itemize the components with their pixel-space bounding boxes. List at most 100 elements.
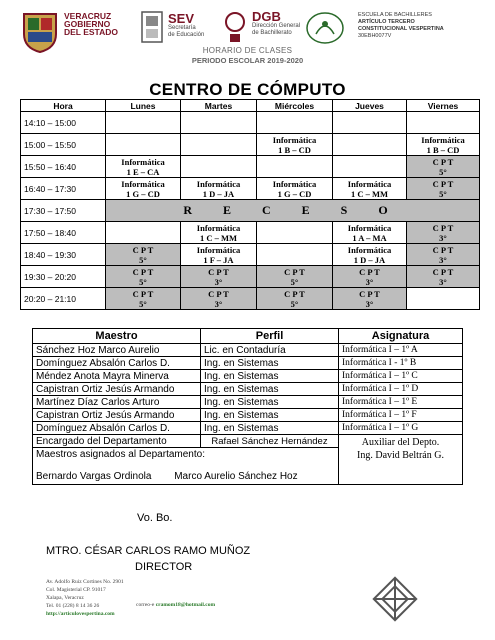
teacher-row: Sánchez Hoz Marco Aurelio Lic. en Contadu… [32,343,463,357]
schedule-cell [180,111,257,134]
schedule-cell: Informática 1 G – CD [256,177,333,200]
time-slot: 17:50 – 18:40 [20,221,106,244]
teacher-name: Martínez Díaz Carlos Arturo [32,395,201,409]
teacher-subject: Informática I - 1º B [338,356,463,370]
time-slot: 16:40 – 17:30 [20,177,106,200]
school-line: 30EBH0077V [358,33,392,39]
schedule-row: 17:30 – 17:50 R E C E S O [20,199,480,222]
receso-cell: R E C E S O [105,199,480,222]
dgb-icon [225,12,245,42]
teacher-profile: Ing. en Sistemas [200,395,339,409]
schedule-cell: C P T 3° [180,287,257,310]
schedule-row: 19:30 – 20:20 C P T 5° C P T 3° C P T 5° C P… [20,265,480,288]
schedule-table: Hora Lunes Martes Miércoles Jueves Viern… [20,99,480,310]
asignado-name: Bernardo Vargas Ordinola [36,471,152,482]
teachers-table: Maestro Perfil Asignatura Sánchez Hoz Ma… [32,328,463,485]
teacher-row: Martínez Díaz Carlos Arturo Ing. en Siste… [32,395,463,409]
schedule-cell: C P T 3° [406,243,480,266]
encargado-name: Rafael Sánchez Hernández [200,434,339,448]
time-slot: 15:00 – 15:50 [20,133,106,156]
sev-emblem-logo [141,11,163,43]
schedule-cell: C P T 3° [332,287,407,310]
col-header: Lunes [105,99,181,112]
teacher-row: Capistran Ortiz Jesús Armando Ing. en Sis… [32,408,463,422]
time-slot: 18:40 – 19:30 [20,243,106,266]
schedule-cell [332,155,407,178]
veracruz-text: VERACRUZ GOBIERNO DEL ESTADO [64,12,134,37]
encargado-row: Encargado del Departamento Rafael Sánche… [32,434,463,485]
asignados-label: Maestros asignados al Departamento: [32,447,339,461]
schedule-header-row: Hora Lunes Martes Miércoles Jueves Viern… [20,99,480,112]
schedule-cell: Informática 1 D – JA [332,243,407,266]
director-name: MTRO. CÉSAR CARLOS RAMO MUÑOZ [46,545,251,557]
schedule-cell: C P T 3° [406,221,480,244]
website-link[interactable]: http://articulovespertina.com [46,610,124,618]
asignado-name: Marco Aurelio Sánchez Hoz [174,471,298,482]
teacher-subject: Informática I – 1º G [338,421,463,435]
schedule-cell: Informática 1 F – JA [180,243,257,266]
school-emblem-logo [306,12,344,44]
schedule-cell: C P T 3° [406,265,480,288]
asignados-names: Bernardo Vargas Ordinola Marco Aurelio S… [32,460,339,485]
schedule-cell [406,111,480,134]
auxiliar-cell: Auxiliar del Depto. Ing. David Beltrán G… [338,434,463,485]
school-line: CONSTITUCIONAL VESPERTINA [358,26,444,32]
encargado-label: Encargado del Departamento [32,434,201,448]
col-header: Asignatura [338,328,463,344]
col-header: Perfil [200,328,339,344]
schedule-cell: C P T 5° [105,287,181,310]
teacher-row: Domínguez Absalón Carlos D. Ing. en Siste… [32,421,463,435]
address-line: Av. Adolfo Ruiz Cortines No. 2901 [46,579,124,585]
sev-sub: de Educación [168,32,205,38]
vobo-label: Vo. Bo. [137,512,173,524]
teacher-name: Domínguez Absalón Carlos D. [32,421,201,435]
schedule-cell: Informática 1 D – JA [180,177,257,200]
teacher-subject: Informática I – 1º C [338,369,463,383]
decorative-knot-icon [372,576,418,622]
sev-sub: Secretaría [168,25,196,31]
teacher-name: Sánchez Hoz Marco Aurelio [32,343,201,357]
schedule-cell [256,155,333,178]
time-slot: 15:50 – 16:40 [20,155,106,178]
horario-heading: HORARIO DE CLASES [202,46,293,55]
schedule-cell: Informática 1 A – MA [332,221,407,244]
address-line: Tel. 01 (228) 8 14 36 26 [46,603,100,609]
teacher-row: Domínguez Absalón Carlos D. Ing. en Siste… [32,356,463,370]
school-line: ARTÍCULO TERCERO [358,19,415,25]
schedule-row: 17:50 – 18:40 Informática 1 C – MM Informá… [20,221,480,244]
schedule-cell [332,111,407,134]
schedule-cell [332,133,407,156]
schedule-cell [105,111,181,134]
teacher-subject: Informática I – 1º E [338,395,463,409]
teacher-profile: Ing. en Sistemas [200,421,339,435]
teacher-profile: Ing. en Sistemas [200,382,339,396]
col-header: Miércoles [256,99,333,112]
teacher-name: Méndez Anota Mayra Minerva [32,369,201,383]
auxiliar-label: Auxiliar del Depto. [361,437,440,448]
footer-address: Av. Adolfo Ruiz Cortines No. 2901 Col. M… [46,578,124,618]
veracruz-line: DEL ESTADO [64,27,118,37]
sev-title: SEV [168,11,195,26]
col-header: Jueves [332,99,407,112]
footer-email: correo-e cramom18@hotmail.com [136,602,215,608]
time-slot: 20:20 – 21:10 [20,287,106,310]
schedule-cell [406,287,480,310]
col-header: Hora [20,99,106,112]
teacher-profile: Ing. en Sistemas [200,408,339,422]
schedule-row: 18:40 – 19:30 C P T 5° Informática 1 F – J… [20,243,480,266]
periodo-heading: PERIODO ESCOLAR 2019-2020 [191,56,304,65]
time-slot: 17:30 – 17:50 [20,199,106,222]
schedule-row: 20:20 – 21:10 C P T 5° C P T 3° C P T 5° C P… [20,287,480,310]
schedule-cell: Informática 1 B – CD [256,133,333,156]
teacher-name: Capistran Ortiz Jesús Armando [32,382,201,396]
email-link[interactable]: cramom18@hotmail.com [156,602,215,608]
teacher-profile: Ing. en Sistemas [200,369,339,383]
schedule-cell: C P T 5° [105,265,181,288]
teacher-profile: Ing. en Sistemas [200,356,339,370]
schedule-row: 16:40 – 17:30 Informática 1 G – CD Informá… [20,177,480,200]
teacher-name: Domínguez Absalón Carlos D. [32,356,201,370]
schedule-cell [105,221,181,244]
schedule-cell: C P T 5° [406,155,480,178]
time-slot: 19:30 – 20:20 [20,265,106,288]
address-line: Xalapa, Veracruz [46,595,84,601]
